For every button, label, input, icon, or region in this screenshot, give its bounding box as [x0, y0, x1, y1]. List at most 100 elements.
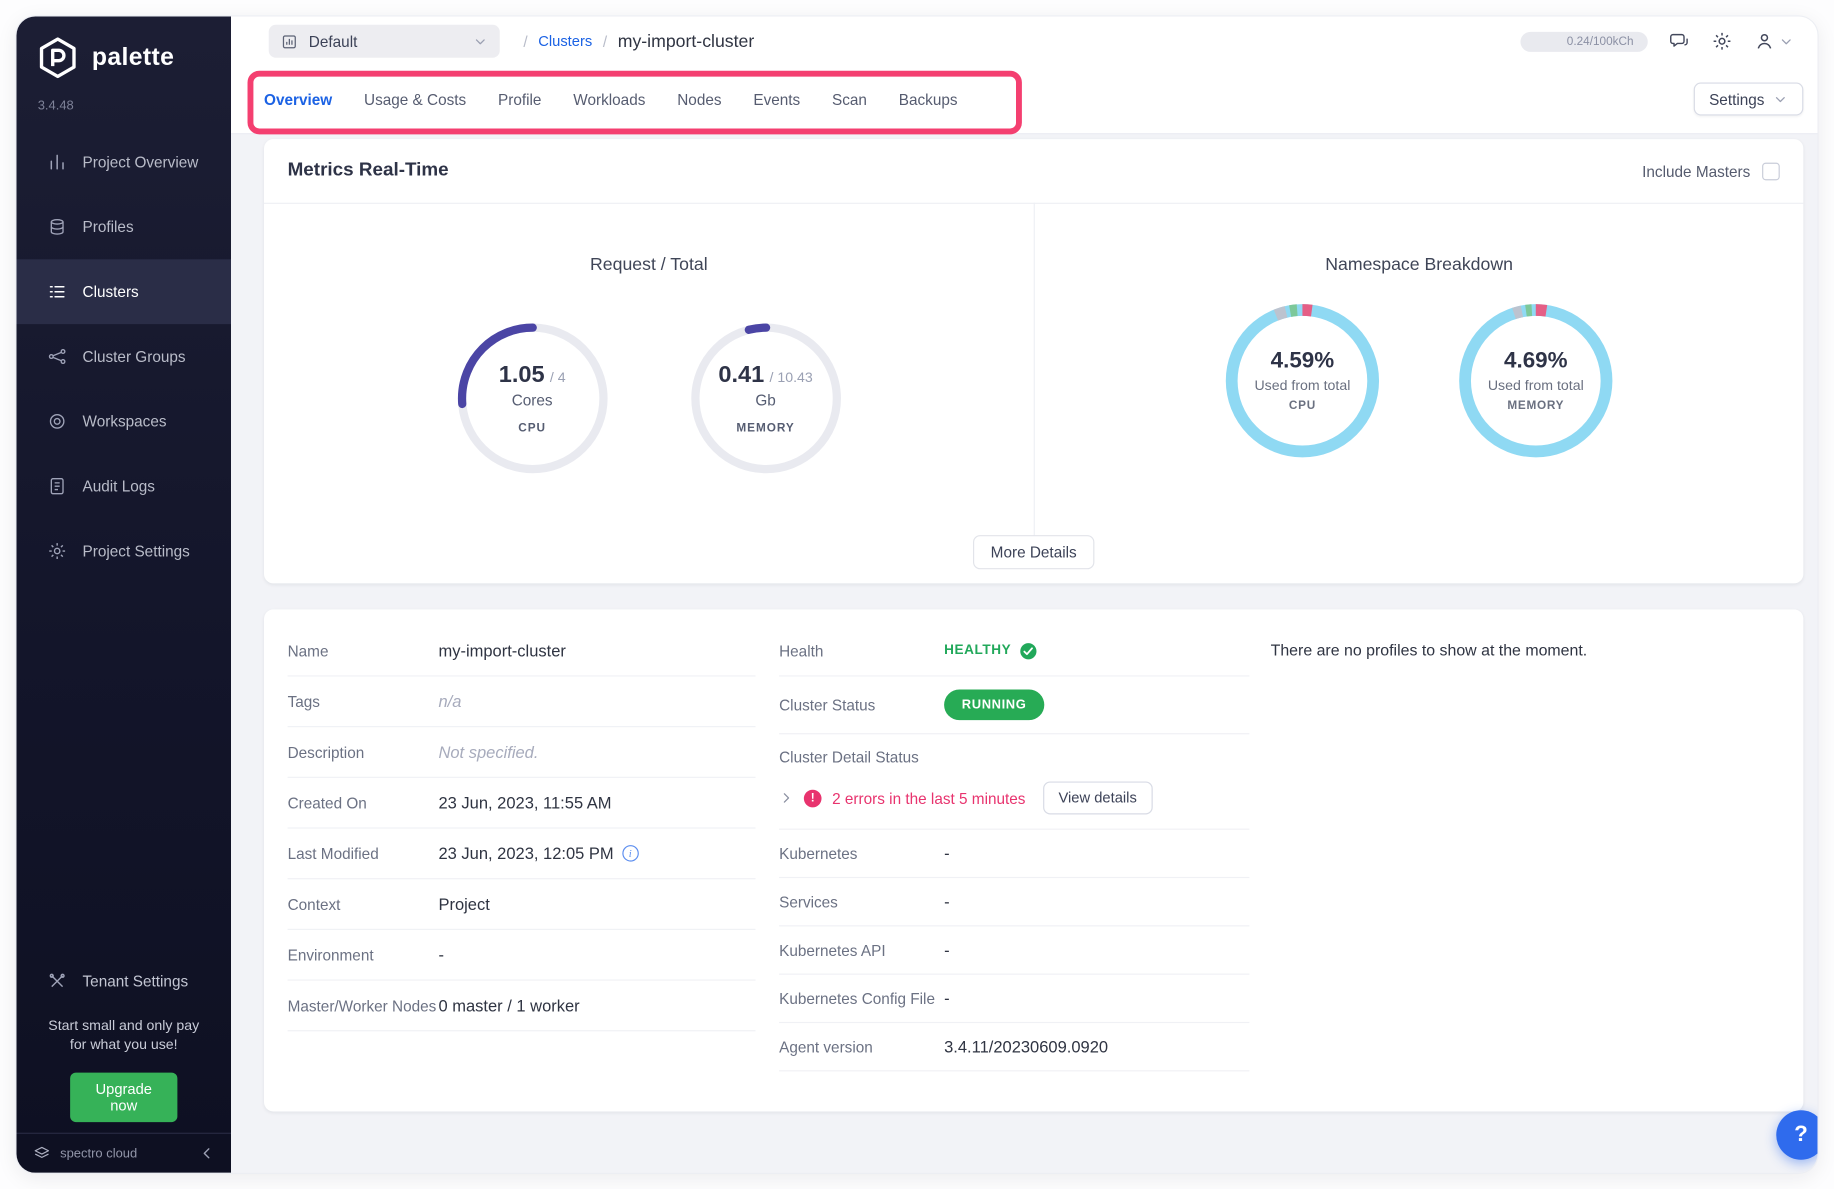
- sidebar-item-profiles[interactable]: Profiles: [17, 194, 232, 259]
- expand-errors-button[interactable]: [779, 791, 793, 805]
- tab-profile[interactable]: Profile: [498, 66, 541, 133]
- sidebar-item-project-overview[interactable]: Project Overview: [17, 130, 232, 195]
- tab-events[interactable]: Events: [753, 66, 800, 133]
- namespace-breakdown-title: Namespace Breakdown: [1035, 255, 1803, 275]
- settings-gear-button[interactable]: [1711, 31, 1732, 52]
- tenant-settings-label: Tenant Settings: [83, 972, 189, 990]
- sidebar-collapse-button[interactable]: [199, 1146, 214, 1161]
- cluster-tabs: Overview Usage & Costs Profile Workloads…: [231, 66, 1817, 134]
- profiles-empty-message: There are no profiles to show at the mom…: [1271, 641, 1588, 659]
- breadcrumb-separator: /: [603, 32, 607, 50]
- metrics-card: Metrics Real-Time Include Masters Reques…: [264, 139, 1803, 583]
- tab-scan[interactable]: Scan: [832, 66, 867, 133]
- sidebar: palette 3.4.48 Project Overview Profiles…: [17, 17, 232, 1173]
- error-icon: !: [804, 789, 822, 807]
- detail-row-created-on: Created On 23 Jun, 2023, 11:55 AM: [288, 778, 756, 829]
- settings-button[interactable]: Settings: [1694, 83, 1804, 116]
- chat-button[interactable]: [1669, 31, 1690, 52]
- workspaces-icon: [47, 411, 67, 431]
- detail-row-description: Description Not specified.: [288, 727, 756, 778]
- check-circle-icon: [1019, 642, 1037, 660]
- cluster-details-card: Name my-import-cluster Tags n/a Descript…: [264, 609, 1803, 1111]
- cluster-status-badge[interactable]: RUNNING: [944, 690, 1044, 721]
- user-menu-button[interactable]: [1754, 31, 1794, 52]
- info-icon[interactable]: i: [622, 845, 639, 862]
- profiles-icon: [47, 217, 67, 237]
- sidebar-item-label: Cluster Groups: [83, 348, 186, 366]
- cpu-label: CPU: [518, 422, 546, 435]
- include-masters-checkbox[interactable]: [1762, 163, 1780, 181]
- memory-gauge: 0.41 / 10.43 Gb MEMORY: [677, 310, 854, 487]
- project-overview-icon: [47, 152, 67, 172]
- cpu-request-value: 1.05: [499, 362, 545, 388]
- detail-row-name: Name my-import-cluster: [288, 626, 756, 677]
- detail-row-kubernetes: Kubernetes -: [779, 830, 1249, 878]
- clusters-icon: [47, 282, 67, 302]
- sidebar-item-label: Audit Logs: [83, 477, 155, 495]
- memory-donut: 4.69% Used from total MEMORY: [1453, 298, 1618, 463]
- cpu-total-value: / 4: [550, 369, 566, 386]
- audit-logs-icon: [47, 476, 67, 496]
- upgrade-now-button[interactable]: Upgrade now: [70, 1073, 177, 1123]
- screenshot-root: palette 3.4.48 Project Overview Profiles…: [0, 0, 1834, 1189]
- palette-logo-icon: [35, 35, 80, 80]
- memory-used-percent: 4.69%: [1504, 349, 1568, 375]
- breadcrumb-clusters-link[interactable]: Clusters: [538, 33, 592, 50]
- detail-row-tags: Tags n/a: [288, 677, 756, 728]
- sidebar-item-cluster-groups[interactable]: Cluster Groups: [17, 324, 232, 389]
- sidebar-item-workspaces[interactable]: Workspaces: [17, 389, 232, 454]
- detail-row-master-worker-nodes: Master/Worker Nodes 0 master / 1 worker: [288, 981, 756, 1032]
- tab-overview[interactable]: Overview: [264, 66, 332, 133]
- error-summary: 2 errors in the last 5 minutes: [832, 789, 1025, 807]
- details-left-column: Name my-import-cluster Tags n/a Descript…: [288, 626, 756, 1031]
- memory-used-caption: Used from total: [1488, 377, 1584, 394]
- app-version: 3.4.48: [38, 99, 74, 113]
- include-masters: Include Masters: [1642, 163, 1780, 181]
- app-window: palette 3.4.48 Project Overview Profiles…: [17, 17, 1818, 1173]
- cpu-used-percent: 4.59%: [1271, 349, 1335, 375]
- sidebar-footer: spectro cloud: [17, 1133, 232, 1173]
- brand-name: palette: [92, 44, 174, 72]
- breadcrumb-separator: /: [523, 32, 527, 50]
- project-selector-value: Default: [309, 32, 462, 50]
- chevron-right-icon: [779, 791, 793, 805]
- cpu-donut-label: CPU: [1289, 400, 1316, 413]
- sidebar-item-clusters[interactable]: Clusters: [17, 259, 232, 324]
- cpu-gauge: 1.05 / 4 Cores CPU: [444, 310, 621, 487]
- gauges: 1.05 / 4 Cores CPU 0.41: [264, 310, 1034, 487]
- project-selector[interactable]: Default: [269, 25, 500, 58]
- cpu-used-caption: Used from total: [1254, 377, 1350, 394]
- request-total-pane: Request / Total 1.05 / 4 Cores CPU: [264, 203, 1034, 584]
- sidebar-nav: Project Overview Profiles Clusters Clust…: [17, 130, 232, 584]
- sidebar-item-label: Clusters: [83, 283, 139, 301]
- sidebar-item-label: Project Settings: [83, 542, 190, 560]
- sidebar-item-tenant-settings[interactable]: Tenant Settings: [17, 955, 232, 1007]
- chevron-down-icon: [1779, 34, 1794, 49]
- details-profiles-column: There are no profiles to show at the mom…: [1271, 640, 1775, 661]
- memory-label: MEMORY: [736, 422, 794, 435]
- breadcrumb-current: my-import-cluster: [618, 31, 755, 51]
- topbar: Default / Clusters / my-import-cluster 0…: [231, 17, 1817, 67]
- more-details-button[interactable]: More Details: [973, 535, 1094, 569]
- breadcrumb: / Clusters / my-import-cluster: [523, 31, 754, 51]
- help-button[interactable]: ?: [1776, 1110, 1817, 1160]
- sidebar-item-project-settings[interactable]: Project Settings: [17, 519, 232, 584]
- usage-badge: 0.24/100kCh: [1520, 31, 1647, 51]
- sidebar-item-audit-logs[interactable]: Audit Logs: [17, 454, 232, 519]
- detail-row-last-modified: Last Modified 23 Jun, 2023, 12:05 PM i: [288, 829, 756, 880]
- memory-total-value: / 10.43: [769, 369, 812, 386]
- detail-row-health: Health HEALTHY: [779, 626, 1249, 677]
- tab-workloads[interactable]: Workloads: [573, 66, 645, 133]
- cluster-groups-icon: [47, 347, 67, 367]
- chat-icon: [1669, 31, 1690, 52]
- request-total-title: Request / Total: [264, 255, 1034, 275]
- tab-nodes[interactable]: Nodes: [677, 66, 721, 133]
- sidebar-item-label: Workspaces: [83, 413, 167, 431]
- detail-row-agent-version: Agent version 3.4.11/20230609.0920: [779, 1023, 1249, 1071]
- view-details-button[interactable]: View details: [1043, 781, 1152, 814]
- tab-usage-costs[interactable]: Usage & Costs: [364, 66, 466, 133]
- tab-backups[interactable]: Backups: [899, 66, 958, 133]
- project-settings-icon: [47, 541, 67, 561]
- sidebar-item-label: Profiles: [83, 218, 134, 236]
- include-masters-label: Include Masters: [1642, 163, 1750, 181]
